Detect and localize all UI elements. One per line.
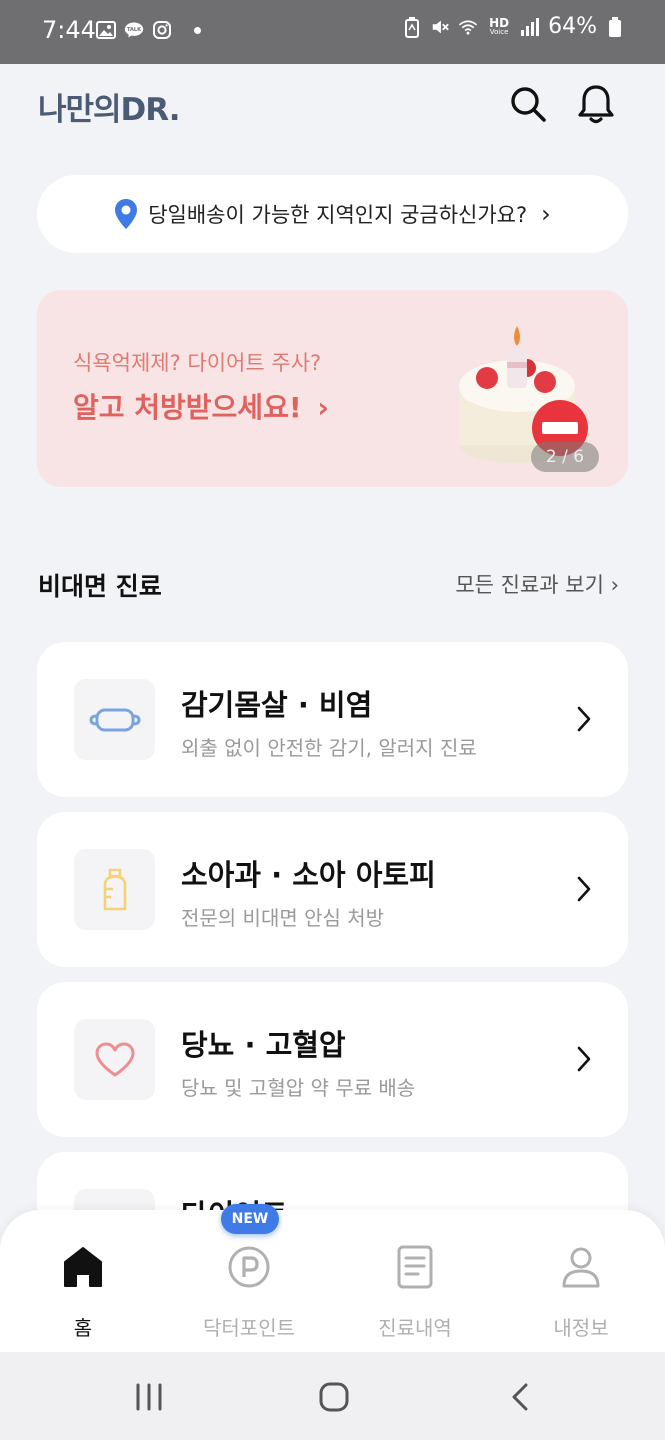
nav-tab-profile[interactable]: 내정보 bbox=[498, 1210, 664, 1352]
status-system-icons: HD Voice 64% bbox=[402, 14, 625, 39]
search-icon bbox=[511, 87, 546, 122]
battery-percentage: 64% bbox=[548, 14, 597, 39]
department-card-diabetes[interactable]: 당뇨 · 고혈압 당뇨 및 고혈압 약 무료 배송 bbox=[37, 982, 628, 1137]
gallery-icon bbox=[96, 20, 116, 40]
recent-apps-icon bbox=[136, 1383, 162, 1411]
banner-subtitle: 식욕억제제? 다이어트 주사? bbox=[73, 351, 322, 375]
card-title: 감기몸살 · 비염 bbox=[181, 688, 373, 722]
department-card-pediatrics[interactable]: 소아과 · 소아 아토피 전문의 비대면 안심 처방 bbox=[37, 812, 628, 967]
back-button[interactable] bbox=[490, 1372, 550, 1422]
new-badge: NEW bbox=[221, 1204, 279, 1234]
home-icon bbox=[60, 1244, 106, 1290]
card-description: 외출 없이 안전한 감기, 알러지 진료 bbox=[181, 736, 477, 760]
location-pin-icon bbox=[115, 199, 138, 229]
system-navigation-bar bbox=[0, 1352, 665, 1440]
notification-button[interactable] bbox=[574, 82, 618, 126]
section-title: 비대면 진료 bbox=[38, 572, 162, 601]
bell-icon bbox=[578, 85, 614, 124]
card-title: 당뇨 · 고혈압 bbox=[181, 1028, 346, 1062]
wifi-icon bbox=[458, 17, 478, 37]
home-system-button[interactable] bbox=[304, 1372, 364, 1422]
point-icon bbox=[226, 1244, 272, 1290]
promo-banner[interactable]: 식욕억제제? 다이어트 주사? 알고 처방받으세요! › 2 / 6 bbox=[37, 290, 628, 487]
delivery-area-check-button[interactable]: 당일배송이 가능한 지역인지 궁금하신가요? › bbox=[37, 175, 628, 253]
status-bar: 7:44 TALK HD Voice 64% bbox=[0, 0, 665, 64]
hd-voice-icon: HD Voice bbox=[486, 17, 512, 37]
status-notification-icons: TALK bbox=[96, 20, 201, 40]
card-description: 당뇨 및 고혈압 약 무료 배송 bbox=[181, 1076, 416, 1100]
app-logo[interactable]: 나만의DR. bbox=[38, 84, 181, 129]
heart-icon bbox=[74, 1019, 155, 1100]
view-all-departments-link[interactable]: 모든 진료과 보기 › bbox=[455, 569, 619, 599]
chevron-right-icon bbox=[577, 1046, 591, 1072]
chevron-right-icon: › bbox=[541, 200, 551, 228]
profile-icon bbox=[558, 1244, 604, 1290]
bottom-navigation: 홈 닥터포인트 진료내역 내정보 bbox=[0, 1210, 665, 1352]
banner-title: 알고 처방받으세요! › bbox=[73, 386, 329, 426]
back-chevron-icon bbox=[512, 1383, 528, 1411]
nav-label-history: 진료내역 bbox=[378, 1316, 452, 1340]
card-description: 전문의 비대면 안심 처방 bbox=[181, 906, 385, 930]
kakaotalk-icon: TALK bbox=[124, 20, 144, 40]
search-button[interactable] bbox=[506, 82, 550, 126]
nav-label-profile: 내정보 bbox=[553, 1316, 609, 1340]
home-circle-icon bbox=[319, 1382, 349, 1412]
nav-tab-history[interactable]: 진료내역 bbox=[332, 1210, 498, 1352]
more-notifications-dot bbox=[194, 26, 201, 34]
delivery-area-text: 당일배송이 가능한 지역인지 궁금하신가요? bbox=[148, 203, 528, 227]
nav-label-doctor-point: 닥터포인트 bbox=[203, 1316, 295, 1340]
nav-label-home: 홈 bbox=[73, 1316, 93, 1340]
voice-label: Voice bbox=[489, 28, 509, 36]
chevron-right-icon bbox=[577, 876, 591, 902]
chevron-right-icon: › bbox=[317, 391, 329, 424]
chevron-right-icon bbox=[577, 706, 591, 732]
card-title: 소아과 · 소아 아토피 bbox=[181, 858, 436, 892]
talk-label: TALK bbox=[127, 27, 142, 33]
mute-icon bbox=[430, 17, 450, 37]
battery-saver-icon bbox=[402, 16, 422, 38]
recent-apps-button[interactable] bbox=[119, 1372, 179, 1422]
mask-icon bbox=[74, 679, 155, 760]
banner-title-text: 알고 처방받으세요! bbox=[73, 391, 302, 424]
status-time: 7:44 bbox=[42, 16, 96, 44]
instagram-icon bbox=[152, 20, 172, 40]
signal-icon bbox=[520, 17, 540, 37]
baby-bottle-icon bbox=[74, 849, 155, 930]
document-icon bbox=[392, 1244, 438, 1290]
battery-icon bbox=[605, 16, 625, 37]
banner-page-indicator: 2 / 6 bbox=[531, 442, 599, 472]
nav-tab-home[interactable]: 홈 bbox=[0, 1210, 166, 1352]
department-card-cold[interactable]: 감기몸살 · 비염 외출 없이 안전한 감기, 알러지 진료 bbox=[37, 642, 628, 797]
